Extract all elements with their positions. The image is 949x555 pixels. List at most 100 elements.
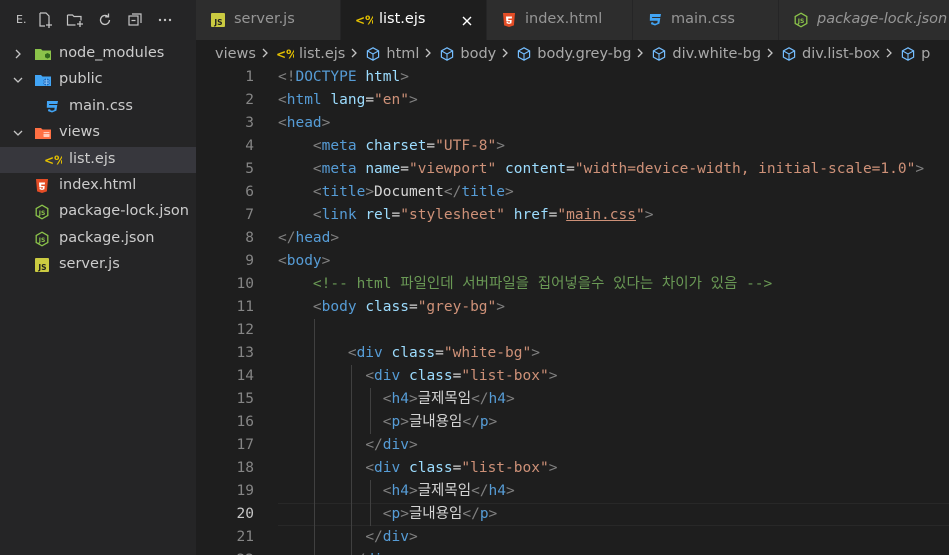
breadcrumb-views[interactable]: views (215, 46, 256, 62)
svg-text:<%: <% (355, 14, 373, 28)
code-token: html (365, 69, 401, 85)
code-token: < (347, 345, 357, 361)
code-token: 글제목임 (417, 483, 472, 499)
js-file-icon: JS (210, 12, 226, 28)
breadcrumb-div-white-bg[interactable]: div.white-bg (651, 46, 761, 62)
line-number: 22 (196, 549, 254, 555)
code-token: </ (471, 483, 489, 499)
code-line[interactable]: <meta name="viewport" content="width=dev… (278, 158, 949, 181)
tree-file-package-json[interactable]: JS package.json (0, 226, 196, 252)
tab-index-html[interactable]: index.html (487, 0, 633, 40)
nodejs-file-icon: JS (793, 12, 809, 28)
tree-file-list-ejs[interactable]: <% list.ejs (0, 146, 196, 173)
code-line[interactable]: <!DOCTYPE html> (278, 66, 949, 89)
code-line[interactable]: <link rel="stylesheet" href="main.css"> (278, 204, 949, 227)
code-line[interactable]: <body> (278, 250, 949, 273)
chevron-down-icon[interactable] (12, 127, 24, 139)
breadcrumb-body-grey-bg[interactable]: body.grey-bg (516, 46, 631, 62)
tree-folder-views[interactable]: views (0, 120, 196, 146)
code-line[interactable]: <div class="list-box"> (278, 457, 949, 480)
tab-list-ejs[interactable]: <% list.ejs (341, 0, 487, 40)
breadcrumb-label: body (460, 46, 497, 62)
more-actions-icon[interactable] (154, 9, 176, 31)
code-token: < (365, 460, 375, 476)
nodejs-file-icon: JS (34, 204, 50, 220)
code-line[interactable]: <p>글내용임</p> (278, 503, 949, 526)
tree-folder-node-modules[interactable]: node_modules (0, 41, 196, 67)
new-folder-icon[interactable] (64, 9, 86, 31)
new-file-icon[interactable] (34, 9, 56, 31)
refresh-icon[interactable] (94, 9, 116, 31)
collapse-all-icon[interactable] (124, 9, 146, 31)
element-icon (781, 46, 797, 62)
breadcrumb-div-list-box[interactable]: div.list-box (781, 46, 880, 62)
code-token: "list-box" (461, 368, 549, 384)
chevron-down-icon[interactable] (12, 74, 24, 86)
code-token: > (400, 414, 409, 430)
code-lines[interactable]: <!DOCTYPE html> <html lang="en"> <head> <m… (278, 66, 949, 555)
code-line[interactable]: <p>글내용임</p> (278, 411, 949, 434)
tree-file-index-html[interactable]: index.html (0, 173, 196, 199)
indent-guide (370, 480, 371, 526)
close-icon[interactable] (460, 13, 474, 27)
code-line[interactable]: <head> (278, 112, 949, 135)
code-token: > (408, 437, 418, 453)
line-number: 13 (236, 345, 254, 361)
breadcrumb-label: div.white-bg (672, 46, 762, 62)
breadcrumb-separator-icon (499, 47, 513, 61)
code-line[interactable]: <h4>글제목임</h4> (278, 388, 949, 411)
code-token: </ (462, 506, 480, 522)
code-token: "grey-bg" (417, 299, 497, 315)
code-token: div (382, 437, 409, 453)
code-line[interactable]: </head> (278, 227, 949, 250)
code-line[interactable]: <body class="grey-bg"> (278, 296, 949, 319)
code-line[interactable]: </div> (278, 549, 949, 555)
tab-package-lock-json[interactable]: JS package-lock.json (779, 0, 949, 40)
code-line[interactable]: </div> (278, 526, 949, 549)
breadcrumb-body[interactable]: body (439, 46, 496, 62)
indent-guide (314, 319, 315, 555)
code-line[interactable]: <html lang="en"> (278, 89, 949, 112)
code-token: > (330, 230, 340, 246)
tree-folder-public[interactable]: public (0, 67, 196, 93)
line-number: 21 (236, 529, 254, 545)
file-tree: node_modulespublic main.css views <% list.ej… (0, 41, 196, 279)
folder-node-icon (34, 46, 51, 62)
code-token: < (382, 391, 392, 407)
code-line[interactable]: <div class="white-bg"> (278, 342, 949, 365)
breadcrumb-list-ejs[interactable]: <% list.ejs (276, 46, 345, 62)
breadcrumb-p[interactable]: p (900, 46, 930, 62)
code-token: rel (365, 207, 392, 223)
code-line[interactable]: <meta charset="UTF-8"> (278, 135, 949, 158)
code-line[interactable]: <h4>글제목임</h4> (278, 480, 949, 503)
code-line[interactable]: <title>Document</title> (278, 181, 949, 204)
code-token: p (391, 506, 401, 522)
code-token: > (915, 161, 925, 177)
breadcrumb-html[interactable]: html (365, 46, 419, 62)
code-token: body (321, 299, 357, 315)
breadcrumb-label: div.list-box (802, 46, 881, 62)
code-line[interactable]: <div class="list-box"> (278, 365, 949, 388)
code-token: DOCTYPE (295, 69, 357, 85)
code-token: meta (321, 138, 357, 154)
tab-main-css[interactable]: main.css (633, 0, 779, 40)
code-token: class (391, 345, 436, 361)
code-line[interactable]: <!-- html 파일인데 서버파일을 집어넣을수 있다는 차이가 있음 --… (278, 273, 949, 296)
tree-file-server-js[interactable]: JS server.js (0, 252, 196, 278)
chevron-right-icon[interactable] (12, 48, 24, 60)
code-line[interactable]: </div> (278, 434, 949, 457)
tree-file-package-lock-json[interactable]: JS package-lock.json (0, 199, 196, 225)
code-line[interactable] (278, 319, 949, 342)
tab-server-js[interactable]: JS server.js (196, 0, 341, 40)
ejs-file-icon: <% (44, 152, 66, 168)
line-number: 5 (245, 161, 254, 177)
tree-file-main-css[interactable]: main.css (0, 94, 196, 120)
code-editor[interactable]: 12345678910111213141516171819202122 <!DO… (196, 66, 949, 555)
